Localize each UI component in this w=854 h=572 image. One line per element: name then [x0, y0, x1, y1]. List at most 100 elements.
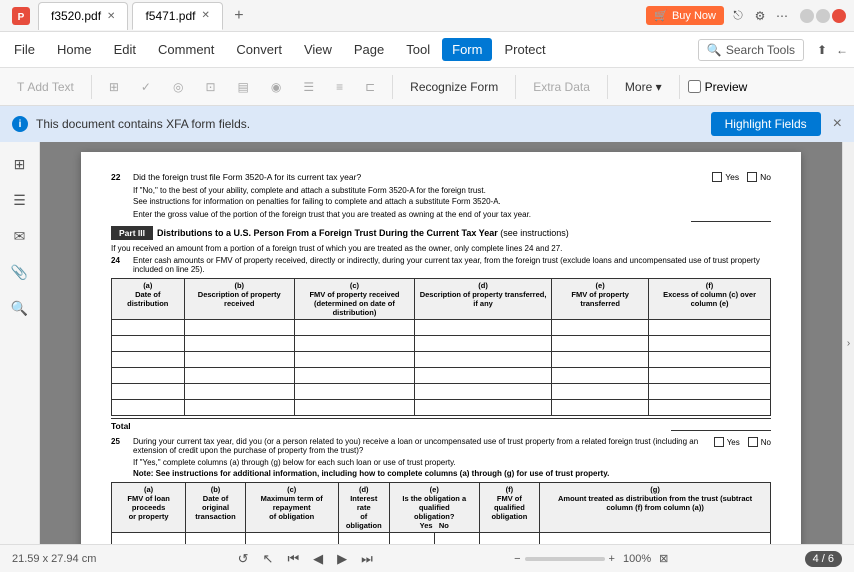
tab-f5471-close[interactable]: ✕ — [201, 10, 209, 21]
menu-edit[interactable]: Edit — [104, 38, 146, 61]
xfa-message: This document contains XFA form fields. — [36, 117, 250, 131]
table24-col-b: (b)Description of property received — [184, 279, 294, 320]
line-24-text: Enter cash amounts or FMV of property re… — [133, 256, 771, 274]
toolbar-icon-1[interactable]: ⊞ — [100, 76, 128, 98]
pdf-area[interactable]: 22 Did the foreign trust file Form 3520-… — [40, 142, 842, 544]
preview-checkbox[interactable] — [688, 80, 701, 93]
tab-f3520[interactable]: f3520.pdf ✕ — [38, 2, 128, 30]
toolbar-icon-4[interactable]: ⊡ — [196, 76, 224, 98]
menu-file[interactable]: File — [4, 38, 45, 61]
rotate-button[interactable]: ↺ — [233, 549, 254, 569]
menu-form[interactable]: Form — [442, 38, 492, 61]
table24-col-e: (e)FMV of property transferred — [552, 279, 649, 320]
xfa-banner: i This document contains XFA form fields… — [0, 106, 854, 142]
search-tools-button[interactable]: 🔍 Search Tools — [698, 39, 804, 61]
menu-tool[interactable]: Tool — [396, 38, 440, 61]
add-tab-button[interactable]: + — [227, 4, 251, 28]
cursor-button[interactable]: ↖ — [258, 549, 279, 569]
tab-f5471[interactable]: f5471.pdf ✕ — [132, 2, 222, 30]
line-22-yes[interactable]: Yes — [712, 172, 739, 182]
line-25-text: During your current tax year, did you (o… — [133, 437, 710, 455]
sidebar-comments-icon[interactable]: ✉ — [6, 222, 34, 250]
line-25-yes[interactable]: Yes — [714, 437, 740, 447]
expand-icon[interactable]: ⬆ — [814, 42, 830, 58]
svg-text:P: P — [18, 12, 25, 23]
sidebar-pages-icon[interactable]: ⊞ — [6, 150, 34, 178]
sidebar-search-icon[interactable]: 🔍 — [6, 294, 34, 322]
settings-icon[interactable]: ⚙ — [752, 8, 768, 24]
table25-col-c: (c)Maximum term of repaymentof obligatio… — [245, 483, 338, 533]
part-iii-label: Part III — [111, 226, 153, 240]
nav-back-icon[interactable]: ← — [834, 42, 850, 58]
menu-bar: File Home Edit Comment Convert View Page… — [0, 32, 854, 68]
minimize-button[interactable] — [800, 9, 814, 23]
note-line24-pre: If you received an amount from a portion… — [111, 244, 771, 253]
recognize-form-button[interactable]: Recognize Form — [401, 76, 507, 98]
xfa-banner-left: i This document contains XFA form fields… — [12, 116, 250, 132]
right-panel-toggle[interactable]: › — [842, 142, 854, 544]
line-22-sub2: See instructions for information on pena… — [133, 197, 771, 206]
extra-data-button: Extra Data — [524, 76, 599, 98]
highlight-fields-button[interactable]: Highlight Fields — [711, 112, 821, 136]
toolbar-separator-5 — [679, 75, 680, 99]
more-button[interactable]: More ▾ — [616, 76, 671, 98]
line-25-no[interactable]: No — [748, 437, 771, 447]
main-area: ⊞ ☰ ✉ 📎 🔍 22 Did the foreign trust file … — [0, 142, 854, 544]
sidebar: ⊞ ☰ ✉ 📎 🔍 — [0, 142, 40, 544]
menu-comment[interactable]: Comment — [148, 38, 224, 61]
sidebar-bookmarks-icon[interactable]: ☰ — [6, 186, 34, 214]
zoom-out-icon[interactable]: − — [514, 553, 520, 565]
next-page-button[interactable]: ▶ — [332, 549, 352, 569]
share-icon[interactable]: ⎋ — [730, 8, 746, 24]
table25-col-g: (g)Amount treated as distribution from t… — [540, 483, 771, 533]
prev-page-button[interactable]: ◀ — [308, 549, 328, 569]
zoom-controls: − + 100% ⊠ — [514, 552, 668, 565]
part-iii-title: Distributions to a U.S. Person From a Fo… — [157, 228, 569, 238]
menu-page[interactable]: Page — [344, 38, 394, 61]
menu-convert[interactable]: Convert — [226, 38, 292, 61]
line-25-num: 25 — [111, 437, 129, 446]
first-page-button[interactable]: ⏮ — [282, 549, 304, 569]
table-row — [112, 352, 771, 368]
toolbar-icon-5[interactable]: ▤ — [229, 76, 258, 98]
xfa-close-button[interactable]: × — [833, 115, 842, 133]
zoom-slider[interactable] — [525, 557, 605, 561]
table25-col-d: (d)Interest rateof obligation — [338, 483, 389, 533]
table-row — [112, 400, 771, 416]
menu-protect[interactable]: Protect — [494, 38, 555, 61]
table-row — [112, 368, 771, 384]
title-bar-right: 🛒 Buy Now ⎋ ⚙ ⋯ — [646, 6, 846, 25]
tab-f3520-close[interactable]: ✕ — [107, 11, 115, 22]
toolbar-icon-7[interactable]: ☰ — [294, 76, 323, 98]
zoom-level: 100% — [623, 553, 651, 565]
toolbar-icon-2[interactable]: ✓ — [132, 76, 160, 98]
toolbar-icon-6[interactable]: ◉ — [262, 76, 290, 98]
pdf-page: 22 Did the foreign trust file Form 3520-… — [81, 152, 801, 544]
table24-col-f: (f)Excess of column (c) over column (e) — [649, 279, 771, 320]
sidebar-attachments-icon[interactable]: 📎 — [6, 258, 34, 286]
line-22-no[interactable]: No — [747, 172, 771, 182]
table24-col-a: (a)Date of distribution — [112, 279, 185, 320]
add-text-button[interactable]: T Add Text — [8, 76, 83, 98]
buy-now-button[interactable]: 🛒 Buy Now — [646, 6, 724, 25]
table-row — [112, 320, 771, 336]
toolbar-icon-3[interactable]: ◎ — [164, 76, 192, 98]
menu-home[interactable]: Home — [47, 38, 102, 61]
app-icon[interactable]: P — [10, 5, 32, 27]
maximize-button[interactable] — [816, 9, 830, 23]
table25-col-b: (b)Date of originaltransaction — [186, 483, 246, 533]
text-icon: T — [17, 80, 24, 94]
toolbar-icon-8[interactable]: ≡ — [327, 76, 352, 98]
page-navigation: ↺ ↖ ⏮ ◀ ▶ ⏭ — [233, 549, 378, 569]
window-controls — [800, 9, 846, 23]
fit-page-icon[interactable]: ⊠ — [659, 552, 668, 565]
last-page-button[interactable]: ⏭ — [356, 549, 378, 569]
close-button[interactable] — [832, 9, 846, 23]
more-icon[interactable]: ⋯ — [774, 8, 790, 24]
part-iii-header: Part III Distributions to a U.S. Person … — [111, 226, 771, 240]
table-row — [112, 384, 771, 400]
line-25-ifyes: If "Yes," complete columns (a) through (… — [133, 458, 771, 467]
toolbar-icon-9[interactable]: ⊏ — [356, 76, 384, 98]
menu-view[interactable]: View — [294, 38, 342, 61]
zoom-in-icon[interactable]: + — [609, 553, 615, 565]
